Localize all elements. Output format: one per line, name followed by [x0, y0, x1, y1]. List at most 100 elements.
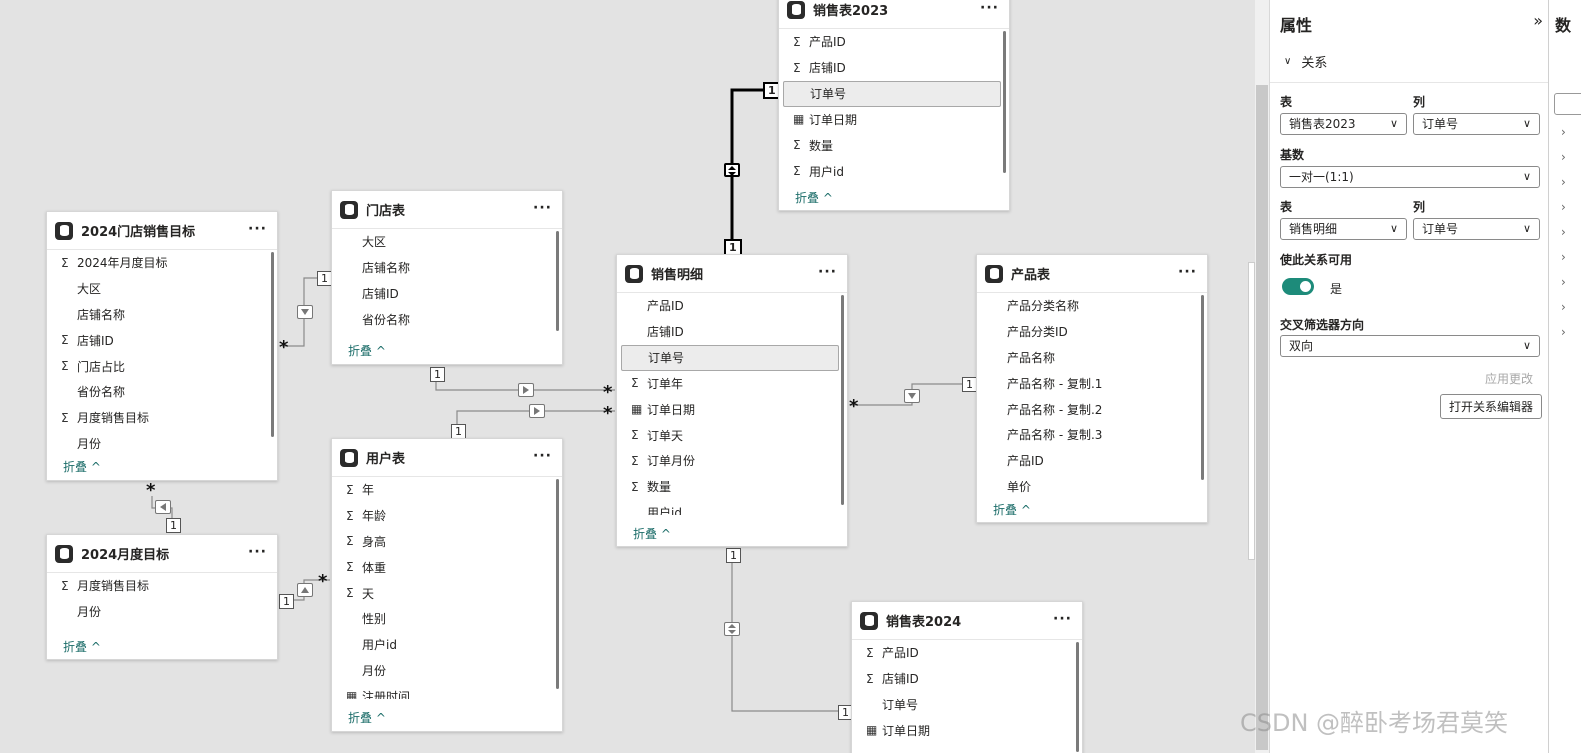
field-row[interactable]: 店铺名称 — [47, 302, 277, 328]
field-row[interactable]: 产品ID — [977, 448, 1207, 474]
table2-dropdown[interactable]: 销售明细 ∨ — [1280, 218, 1407, 240]
scrollbar[interactable] — [1003, 31, 1006, 173]
table-card-store[interactable]: 门店表 ··· 大区 店铺名称 店铺ID 省份名称 折叠 ^ — [331, 190, 563, 365]
field-row[interactable]: Σ 订单月份 — [617, 448, 847, 474]
more-options-icon[interactable]: ··· — [533, 448, 552, 464]
table-card-header[interactable]: 销售明细 ··· — [617, 255, 847, 293]
field-row[interactable]: Σ 体重 — [332, 554, 562, 580]
table-card-sales-2023[interactable]: 销售表2023 ··· Σ 产品ID Σ 店铺ID 订单号 ▦ 订单日期 Σ 数量 Σ 用户id 折叠… — [778, 0, 1010, 211]
field-row[interactable]: ▦ 订单日期 — [779, 107, 1009, 133]
table-card-product[interactable]: 产品表 ··· 产品分类名称 产品分类ID 产品名称 产品名称 - 复制.1 产品名称 -… — [976, 254, 1208, 523]
table-card-header[interactable]: 产品表 ··· — [977, 255, 1207, 293]
field-row[interactable]: Σ 产品ID — [852, 640, 1082, 666]
scrollbar[interactable] — [1201, 295, 1204, 480]
more-options-icon[interactable]: ··· — [818, 264, 837, 280]
expand-icon[interactable]: › — [1561, 300, 1566, 314]
canvas-vertical-scrollbar[interactable] — [1255, 0, 1269, 753]
expand-icon[interactable]: › — [1561, 150, 1566, 164]
expand-icon[interactable]: › — [1561, 275, 1566, 289]
canvas-scroll-thumb[interactable] — [1248, 262, 1255, 560]
collapse-link[interactable]: 折叠 ^ — [348, 709, 386, 726]
field-row[interactable]: 产品名称 - 复制.1 — [977, 370, 1207, 396]
field-row[interactable]: 月份 — [47, 599, 277, 625]
apply-changes-button[interactable]: 应用更改 — [1485, 370, 1533, 387]
field-row[interactable]: Σ 店铺ID — [47, 327, 277, 353]
table-card-header[interactable]: 销售表2023 ··· — [779, 0, 1009, 29]
field-row-selected[interactable]: 订单号 — [783, 80, 1001, 107]
field-row[interactable]: Σ 身高 — [332, 529, 562, 555]
expand-icon[interactable]: › — [1561, 225, 1566, 239]
field-row[interactable]: 单价 — [977, 474, 1207, 493]
field-row[interactable]: Σ 2024年月度目标 — [47, 250, 277, 276]
field-row[interactable]: Σ 数量 — [779, 132, 1009, 158]
field-row[interactable]: 月份 — [332, 658, 562, 684]
scrollbar[interactable] — [556, 479, 559, 689]
field-row[interactable]: Σ天 — [332, 580, 562, 606]
collapse-link[interactable]: 折叠 ^ — [63, 458, 101, 475]
field-row[interactable]: Σ年 — [332, 477, 562, 503]
table-card-2024-month-target[interactable]: 2024月度目标 ··· Σ 月度销售目标 月份 折叠 ^ — [46, 534, 278, 660]
collapse-link[interactable]: 折叠 ^ — [348, 342, 386, 359]
expand-icon[interactable]: › — [1561, 325, 1566, 339]
more-options-icon[interactable]: ··· — [248, 544, 267, 560]
field-row[interactable]: 产品ID — [617, 293, 847, 319]
field-row[interactable]: 大区 — [332, 229, 562, 255]
scrollbar[interactable] — [556, 231, 559, 331]
table-card-header[interactable]: 销售表2024 ··· — [852, 602, 1082, 640]
table-card-header[interactable]: 2024月度目标 ··· — [47, 535, 277, 573]
field-row[interactable]: Σ 门店占比 — [47, 353, 277, 379]
field-row[interactable]: Σ 数量 — [617, 474, 847, 500]
field-row[interactable]: 用户id — [332, 632, 562, 658]
collapse-pane-icon[interactable]: » — [1533, 11, 1543, 30]
scrollbar[interactable] — [271, 252, 274, 437]
field-row[interactable]: 产品名称 - 复制.2 — [977, 396, 1207, 422]
field-row[interactable]: 产品分类名称 — [977, 293, 1207, 319]
field-row[interactable]: Σ 产品ID — [779, 29, 1009, 55]
field-row[interactable]: 订单号 — [852, 692, 1082, 718]
expand-icon[interactable]: › — [1561, 250, 1566, 264]
field-row[interactable]: 用户id — [617, 500, 847, 515]
collapse-link[interactable]: 折叠 ^ — [993, 501, 1031, 518]
column2-dropdown[interactable]: 订单号 ∨ — [1413, 218, 1540, 240]
more-options-icon[interactable]: ··· — [1053, 611, 1072, 627]
field-row[interactable]: 店铺名称 — [332, 255, 562, 281]
collapse-link[interactable]: 折叠 ^ — [63, 638, 101, 655]
field-row[interactable]: Σ 订单天 — [617, 422, 847, 448]
table-card-2024-store-target[interactable]: 2024门店销售目标 ··· Σ 2024年月度目标 大区 店铺名称 Σ 店铺ID Σ 门店占比… — [46, 211, 278, 481]
field-row[interactable]: 产品名称 — [977, 345, 1207, 371]
more-options-icon[interactable]: ··· — [533, 200, 552, 216]
field-row[interactable]: Σ 店铺ID — [852, 666, 1082, 692]
field-row[interactable]: 产品名称 - 复制.3 — [977, 422, 1207, 448]
field-row[interactable]: Σ 订单年 — [617, 371, 847, 397]
search-box-edge[interactable] — [1554, 93, 1581, 115]
expand-icon[interactable]: › — [1561, 175, 1566, 189]
field-row[interactable]: Σ 年龄 — [332, 503, 562, 529]
field-row[interactable]: Σ 月度销售目标 — [47, 405, 277, 431]
field-row[interactable]: 大区 — [47, 276, 277, 302]
table1-dropdown[interactable]: 销售表2023 ∨ — [1280, 113, 1407, 135]
field-row[interactable]: 月份 — [47, 431, 277, 450]
field-row-selected[interactable]: 订单号 — [621, 344, 839, 371]
table-card-header[interactable]: 2024门店销售目标 ··· — [47, 212, 277, 250]
field-row[interactable]: Σ 月度销售目标 — [47, 573, 277, 599]
table-card-users[interactable]: 用户表 ··· Σ 年 Σ 年龄 Σ 身高 Σ 体重 Σ 天性别 用户id 月份 ▦ 注册时间 折叠 ^ — [331, 438, 563, 732]
column1-dropdown[interactable]: 订单号 ∨ — [1413, 113, 1540, 135]
table-card-sales-2024[interactable]: 销售表2024 ··· Σ 产品ID Σ 店铺ID 订单号 ▦ 订单日期 — [851, 601, 1083, 753]
expand-icon[interactable]: › — [1561, 125, 1566, 139]
table-card-sales-detail[interactable]: 销售明细 ··· 产品ID 店铺ID 订单号 Σ 订单年 ▦ 订单日期 Σ 订单天 Σ 订单月份 Σ 数量… — [616, 254, 848, 547]
active-toggle[interactable] — [1282, 278, 1314, 295]
cross-filter-dropdown[interactable]: 双向 ∨ — [1280, 335, 1540, 357]
field-row[interactable]: 省份名称 — [47, 379, 277, 405]
field-row[interactable]: 店铺ID — [617, 319, 847, 345]
relationship-section-header[interactable]: ∨ 关系 — [1284, 52, 1327, 71]
field-row[interactable]: ▦ 注册时间 — [332, 683, 562, 699]
field-row[interactable]: 店铺ID — [332, 281, 562, 307]
field-row[interactable]: ▦ 订单日期 — [852, 717, 1082, 743]
open-relationship-editor-button[interactable]: 打开关系编辑器 — [1440, 394, 1543, 419]
field-row[interactable]: ▦ 订单日期 — [617, 396, 847, 422]
scrollbar[interactable] — [1076, 642, 1079, 752]
more-options-icon[interactable]: ··· — [248, 221, 267, 237]
model-canvas[interactable]: 1 * 1 * 1 * * 1 * 1 1 * 1 1 1 1 2024门店销售… — [0, 0, 1255, 753]
more-options-icon[interactable]: ··· — [980, 0, 999, 16]
field-row[interactable]: 性别 — [332, 606, 562, 632]
